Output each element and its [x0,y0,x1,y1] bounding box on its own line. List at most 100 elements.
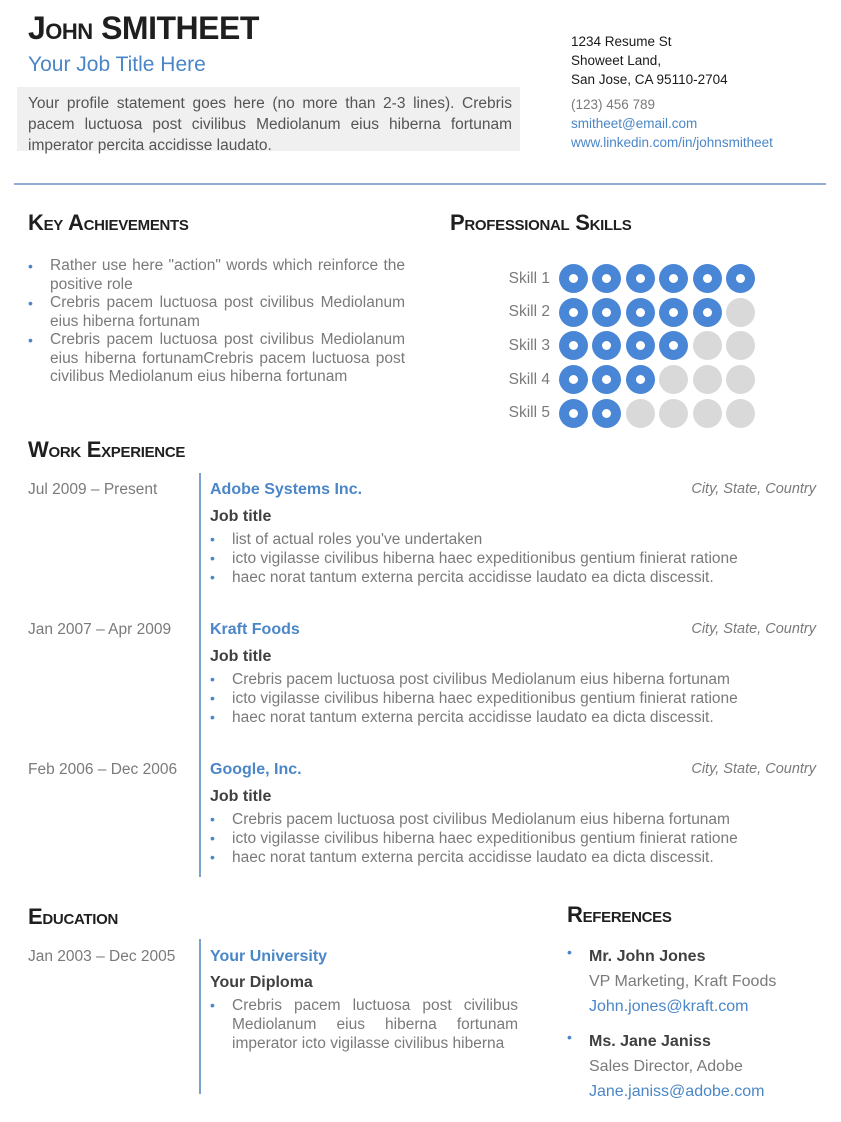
achievements-list: Rather use here "action" words which rei… [28,257,405,387]
first-name: John [28,10,93,46]
achievement-item: Crebris pacem luctuosa post civilibus Me… [28,294,405,331]
skill-dot-filled-icon [559,331,588,361]
linkedin-link[interactable]: www.linkedin.com/in/johnsmitheet [571,133,773,152]
skill-dot-filled-icon [559,365,588,395]
reference-role: VP Marketing, Kraft Foods [589,973,777,990]
header-divider [14,183,826,185]
skill-dot-empty-icon [725,365,755,395]
job-duty: haec norat tantum externa percita accidi… [210,708,738,727]
job-dates: Jul 2009 – Present [28,481,158,498]
skill-dot-filled-icon [592,297,622,327]
job-duties: Crebris pacem luctuosa post civilibus Me… [210,810,738,867]
references-title: References [567,902,672,927]
skill-row: Skill 2 [470,296,759,330]
education-timeline-line [199,939,201,1094]
address-line-3: San Jose, CA 95110-2704 [571,72,728,87]
skill-label: Skill 5 [508,404,550,422]
job-title: Your Job Title Here [28,53,206,76]
skill-dot-empty-icon [725,398,755,428]
skill-dot-filled-icon [592,398,622,428]
contact-block: 1234 Resume St Showeet Land, San Jose, C… [571,32,773,152]
candidate-name: John SMITHEET [28,10,259,47]
skill-label: Skill 1 [508,269,550,287]
job-company: Google, Inc. [210,761,302,778]
job-duty: list of actual roles you've undertaken [210,530,738,549]
education-dates: Jan 2003 – Dec 2005 [28,948,176,965]
skill-dot-filled-icon [625,365,655,395]
skill-dot-filled-icon [592,365,622,395]
skill-dot-filled-icon [592,264,622,294]
experience-title: Work Experience [28,437,186,462]
experience-timeline-line [199,473,201,877]
achievements-title: Key Achievements [28,210,189,235]
last-name: SMITHEET [101,10,259,46]
job-duty: haec norat tantum externa percita accidi… [210,568,738,587]
skills-grid: Skill 1 Skill 2 Skill 3 Skill 4 Skill 5 [470,262,759,430]
skill-dot-filled-icon [659,297,689,327]
skill-row: Skill 5 [470,396,759,430]
skill-dot-empty-icon [625,398,655,428]
job-duties: Crebris pacem luctuosa post civilibus Me… [210,670,738,727]
skill-dot-empty-icon [725,331,755,361]
skill-dot-empty-icon [725,297,755,327]
skill-dot-empty-icon [659,365,689,395]
skills-title: Professional Skills [450,210,632,235]
skill-dot-filled-icon [625,297,655,327]
job-dates: Jan 2007 – Apr 2009 [28,621,172,638]
skill-label: Skill 2 [508,303,550,321]
job-duty: Crebris pacem luctuosa post civilibus Me… [210,810,738,829]
skill-row: Skill 3 [470,329,759,363]
education-school: Your University [210,948,328,965]
job-company: Adobe Systems Inc. [210,481,363,498]
skill-dot-empty-icon [692,365,722,395]
education-diploma: Your Diploma [210,974,313,991]
job-role: Job title [210,508,272,525]
reference-role: Sales Director, Adobe [589,1058,743,1075]
reference-item: Ms. Jane Janiss Sales Director, Adobe Ja… [567,1029,776,1104]
skill-dot-filled-icon [625,264,655,294]
address-line-2: Showeet Land, [571,53,662,68]
education-title: Education [28,904,119,929]
email-link[interactable]: smitheet@email.com [571,114,773,133]
job-duty: Crebris pacem luctuosa post civilibus Me… [210,670,738,689]
skill-dot-filled-icon [592,331,622,361]
job-company: Kraft Foods [210,621,300,638]
skill-dot-filled-icon [559,398,588,428]
skill-row: Skill 1 [470,262,759,296]
job-duty: icto vigilasse civilibus hiberna haec ex… [210,689,738,708]
education-detail: Crebris pacem luctuosa post civilibus Me… [210,996,518,1053]
reference-email-link[interactable]: John.jones@kraft.com [589,994,776,1019]
job-duty: haec norat tantum externa percita accidi… [210,848,738,867]
achievement-item: Rather use here "action" words which rei… [28,257,405,294]
reference-name: Ms. Jane Janiss [589,1033,711,1050]
skill-dot-filled-icon [725,264,755,294]
skill-dot-filled-icon [692,264,722,294]
skill-dot-filled-icon [559,264,588,294]
job-role: Job title [210,788,272,805]
skill-dot-filled-icon [692,297,722,327]
skill-dot-empty-icon [659,398,689,428]
phone-number: (123) 456 789 [571,97,656,112]
skill-dot-filled-icon [659,331,689,361]
address-line-1: 1234 Resume St [571,34,672,49]
profile-statement: Your profile statement goes here (no mor… [17,87,520,154]
achievement-item: Crebris pacem luctuosa post civilibus Me… [28,331,405,387]
reference-name: Mr. John Jones [589,948,706,965]
skill-row: Skill 4 [470,363,759,397]
skill-label: Skill 4 [508,370,550,388]
job-location: City, State, Country [691,761,816,777]
job-dates: Feb 2006 – Dec 2006 [28,761,178,778]
reference-email-link[interactable]: Jane.janiss@adobe.com [589,1079,776,1104]
references-list: Mr. John Jones VP Marketing, Kraft Foods… [567,944,776,1114]
skill-dot-empty-icon [692,331,722,361]
skill-dot-empty-icon [692,398,722,428]
skill-label: Skill 3 [508,336,550,354]
job-duty: icto vigilasse civilibus hiberna haec ex… [210,829,738,848]
job-location: City, State, Country [691,481,816,497]
education-details: Crebris pacem luctuosa post civilibus Me… [210,996,518,1053]
skill-dot-filled-icon [659,264,689,294]
skill-dot-filled-icon [625,331,655,361]
job-duties: list of actual roles you've undertaken i… [210,530,738,587]
job-location: City, State, Country [691,621,816,637]
reference-item: Mr. John Jones VP Marketing, Kraft Foods… [567,944,776,1019]
